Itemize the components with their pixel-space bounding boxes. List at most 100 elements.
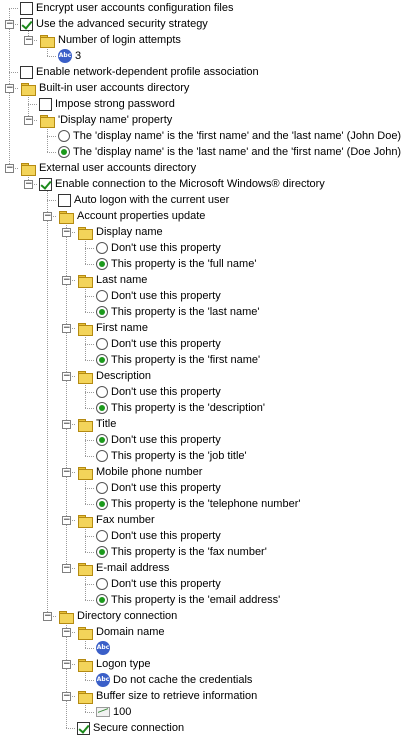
property-display-name-dont-use-radio[interactable]: Don't use this property: [96, 240, 221, 256]
property-fax-number-dont-use-radio[interactable]: Don't use this property: [96, 528, 221, 544]
domain-name-value[interactable]: Abc: [96, 640, 113, 656]
property-e-mail-address-node[interactable]: E-mail address: [77, 560, 169, 576]
unselected-radio-icon[interactable]: [96, 338, 108, 350]
collapse-toggle-icon[interactable]: −: [62, 228, 71, 237]
collapse-toggle-icon[interactable]: −: [62, 420, 71, 429]
unselected-radio-icon[interactable]: [96, 386, 108, 398]
tree-connector: [9, 8, 18, 9]
collapse-toggle-icon[interactable]: −: [62, 564, 71, 573]
buffer-size-value[interactable]: 100: [96, 704, 131, 720]
encrypt-config-files-checkbox[interactable]: Encrypt user accounts configuration file…: [20, 0, 234, 16]
folder-icon: [77, 658, 93, 672]
display-first-last-radio[interactable]: The 'display name' is the 'first name' a…: [58, 128, 401, 144]
collapse-toggle-icon[interactable]: −: [43, 212, 52, 221]
logon-type-node[interactable]: Logon type: [77, 656, 150, 672]
login-attempts-value[interactable]: Abc 3: [58, 48, 81, 64]
collapse-toggle-icon[interactable]: −: [5, 20, 14, 29]
unselected-radio-icon[interactable]: [96, 290, 108, 302]
display-name-property-node[interactable]: 'Display name' property: [39, 112, 172, 128]
selected-radio-icon[interactable]: [96, 546, 108, 558]
property-description-dont-use-radio[interactable]: Don't use this property: [96, 384, 221, 400]
collapse-toggle-icon[interactable]: −: [62, 468, 71, 477]
selected-radio-icon[interactable]: [96, 258, 108, 270]
collapse-toggle-icon[interactable]: −: [62, 276, 71, 285]
tree-connector: [47, 136, 56, 137]
property-fax-number-node[interactable]: Fax number: [77, 512, 155, 528]
secure-connection-checkbox[interactable]: Secure connection: [77, 720, 184, 736]
property-title-dont-use-radio[interactable]: Don't use this property: [96, 432, 221, 448]
tree-item-label: This property is the 'fax number': [111, 546, 267, 558]
property-mobile-phone-number-dont-use-radio[interactable]: Don't use this property: [96, 480, 221, 496]
collapse-toggle-icon[interactable]: −: [62, 628, 71, 637]
unselected-radio-icon[interactable]: [96, 578, 108, 590]
selected-radio-icon[interactable]: [96, 354, 108, 366]
property-first-name-dont-use-radio[interactable]: Don't use this property: [96, 336, 221, 352]
number-value-icon: [96, 707, 110, 717]
collapse-toggle-icon[interactable]: −: [24, 116, 33, 125]
property-display-name-use-radio[interactable]: This property is the 'full name': [96, 256, 256, 272]
unselected-radio-icon[interactable]: [58, 130, 70, 142]
tree-connector: [85, 600, 94, 601]
property-e-mail-address-use-radio[interactable]: This property is the 'email address': [96, 592, 280, 608]
logon-type-value[interactable]: Abc Do not cache the credentials: [96, 672, 252, 688]
selected-radio-icon[interactable]: [96, 434, 108, 446]
property-last-name-node[interactable]: Last name: [77, 272, 147, 288]
unchecked-checkbox-icon[interactable]: [39, 97, 52, 111]
property-last-name-dont-use-radio[interactable]: Don't use this property: [96, 288, 221, 304]
property-mobile-phone-number-node[interactable]: Mobile phone number: [77, 464, 202, 480]
property-title-node[interactable]: Title: [77, 416, 116, 432]
selected-radio-icon[interactable]: [96, 594, 108, 606]
property-description-node[interactable]: Description: [77, 368, 151, 384]
unselected-radio-icon[interactable]: [96, 530, 108, 542]
login-attempts-node[interactable]: Number of login attempts: [39, 32, 181, 48]
collapse-toggle-icon[interactable]: −: [43, 612, 52, 621]
selected-radio-icon[interactable]: [58, 146, 70, 158]
display-last-first-radio[interactable]: The 'display name' is the 'last name' an…: [58, 144, 401, 160]
collapse-toggle-icon[interactable]: −: [24, 180, 33, 189]
tree-item-label: Secure connection: [93, 722, 185, 734]
unchecked-checkbox-icon[interactable]: [20, 1, 33, 15]
external-directory-node[interactable]: External user accounts directory: [20, 160, 196, 176]
collapse-toggle-icon[interactable]: −: [24, 36, 33, 45]
builtin-directory-node[interactable]: Built-in user accounts directory: [20, 80, 189, 96]
tree-connector: [85, 296, 94, 297]
tree-connector: [85, 312, 94, 313]
selected-radio-icon[interactable]: [96, 402, 108, 414]
property-first-name-use-radio[interactable]: This property is the 'first name': [96, 352, 260, 368]
property-display-name-node[interactable]: Display name: [77, 224, 163, 240]
buffer-size-node[interactable]: Buffer size to retrieve information: [77, 688, 257, 704]
unchecked-checkbox-icon[interactable]: [20, 65, 33, 79]
advanced-security-checkbox[interactable]: Use the advanced security strategy: [20, 16, 208, 32]
unchecked-checkbox-icon[interactable]: [58, 193, 71, 207]
collapse-toggle-icon[interactable]: −: [62, 516, 71, 525]
unselected-radio-icon[interactable]: [96, 450, 108, 462]
directory-connection-node[interactable]: Directory connection: [58, 608, 177, 624]
collapse-toggle-icon[interactable]: −: [5, 84, 14, 93]
collapse-toggle-icon[interactable]: −: [62, 324, 71, 333]
network-profile-checkbox[interactable]: Enable network-dependent profile associa…: [20, 64, 259, 80]
checked-checkbox-icon[interactable]: [77, 721, 90, 735]
property-description-use-radio[interactable]: This property is the 'description': [96, 400, 265, 416]
property-mobile-phone-number-use-radio[interactable]: This property is the 'telephone number': [96, 496, 300, 512]
domain-name-node[interactable]: Domain name: [77, 624, 164, 640]
unselected-radio-icon[interactable]: [96, 482, 108, 494]
property-title-use-radio[interactable]: This property is the 'job title': [96, 448, 247, 464]
account-update-node[interactable]: Account properties update: [58, 208, 205, 224]
auto-logon-checkbox[interactable]: Auto logon with the current user: [58, 192, 229, 208]
property-fax-number-use-radio[interactable]: This property is the 'fax number': [96, 544, 267, 560]
property-first-name-node[interactable]: First name: [77, 320, 148, 336]
tree-connector: [85, 680, 94, 681]
collapse-toggle-icon[interactable]: −: [62, 372, 71, 381]
selected-radio-icon[interactable]: [96, 306, 108, 318]
collapse-toggle-icon[interactable]: −: [62, 692, 71, 701]
collapse-toggle-icon[interactable]: −: [5, 164, 14, 173]
unselected-radio-icon[interactable]: [96, 242, 108, 254]
property-last-name-use-radio[interactable]: This property is the 'last name': [96, 304, 259, 320]
checked-checkbox-icon[interactable]: [20, 17, 33, 31]
property-e-mail-address-dont-use-radio[interactable]: Don't use this property: [96, 576, 221, 592]
collapse-toggle-icon[interactable]: −: [62, 660, 71, 669]
checked-checkbox-icon[interactable]: [39, 177, 52, 191]
windows-directory-checkbox[interactable]: Enable connection to the Microsoft Windo…: [39, 176, 325, 192]
strong-password-checkbox[interactable]: Impose strong password: [39, 96, 175, 112]
selected-radio-icon[interactable]: [96, 498, 108, 510]
